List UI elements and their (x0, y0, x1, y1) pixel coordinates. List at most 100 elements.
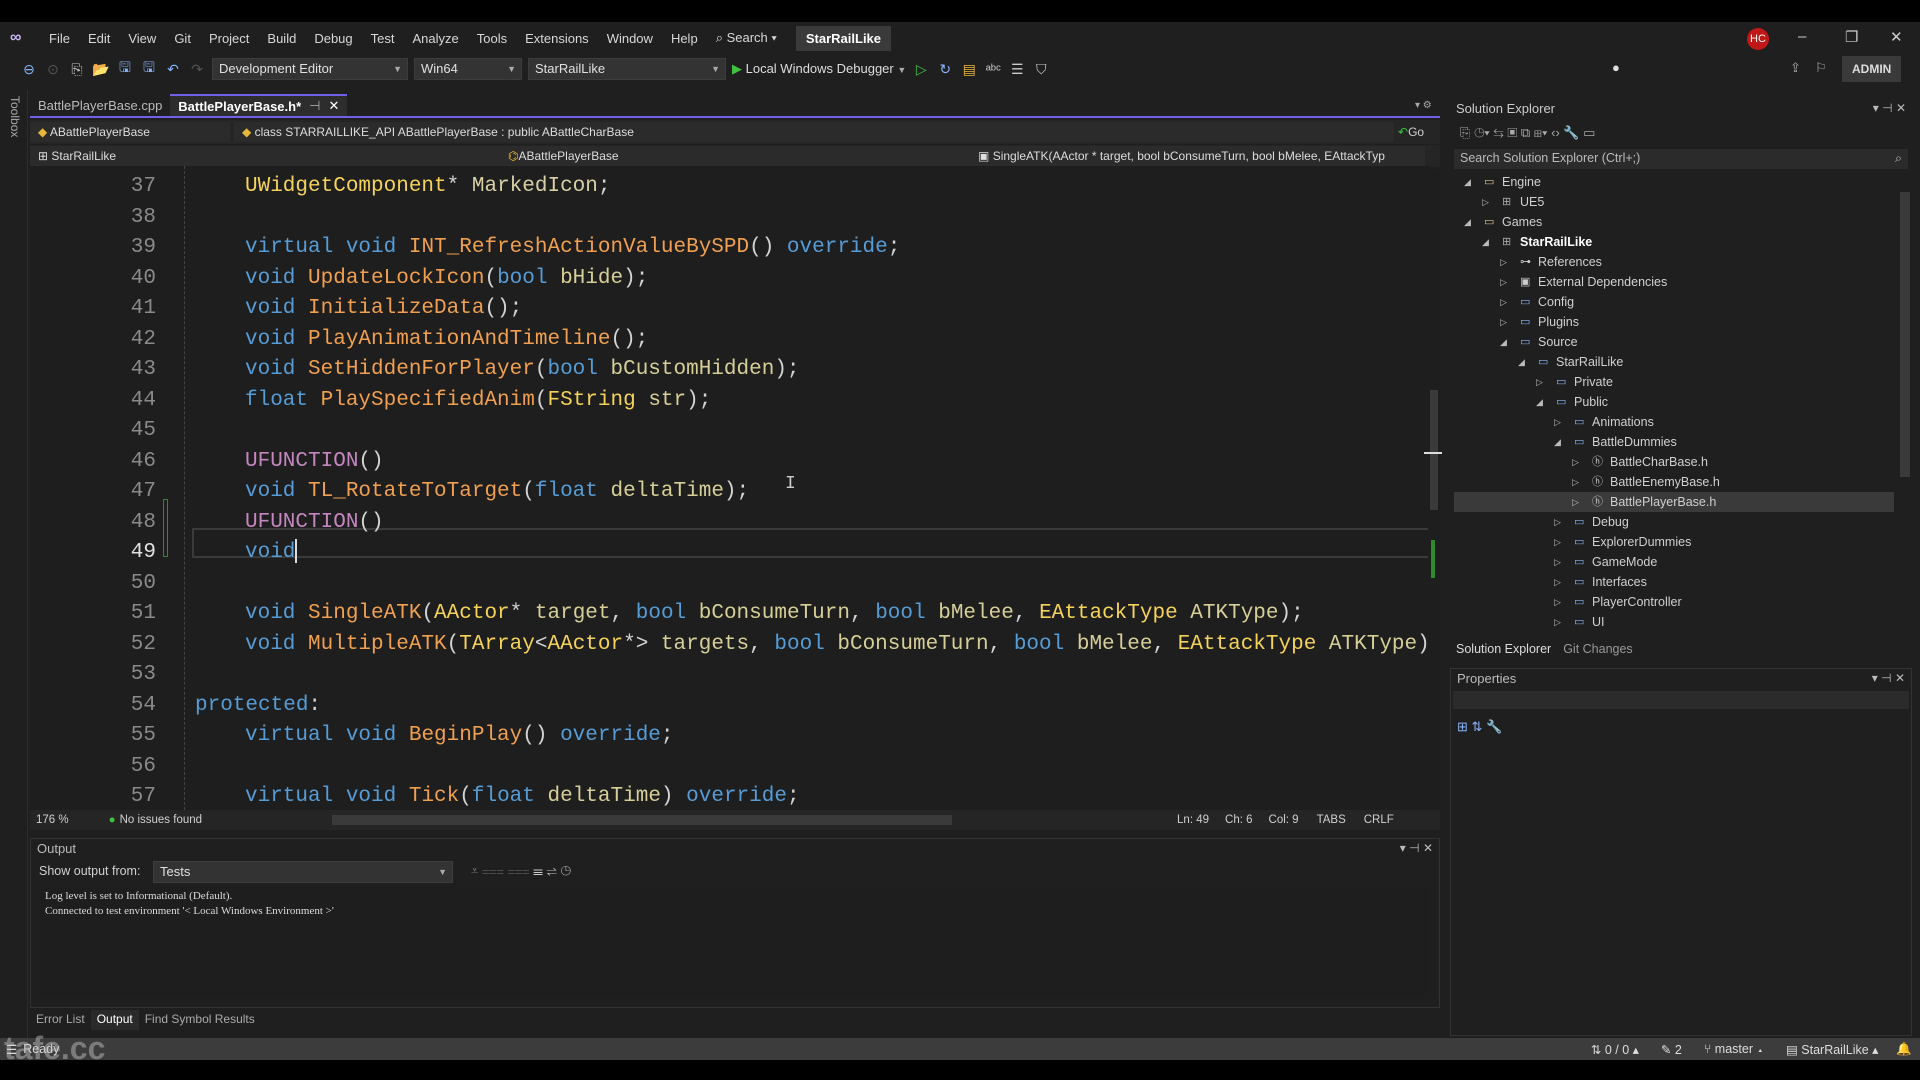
tree-item[interactable]: ▷ ⊶ References (1454, 252, 1894, 272)
expand-arrow-icon[interactable]: ▷ (1554, 512, 1561, 532)
forward-icon[interactable]: ⊙ (44, 61, 62, 78)
type-select[interactable]: ⌬ABattlePlayerBase (500, 146, 970, 166)
solution-explorer-search-input[interactable]: Search Solution Explorer (Ctrl+;) ⌕ (1454, 149, 1908, 169)
undo-icon[interactable]: ↶ (164, 61, 182, 78)
startup-project-select[interactable]: StarRailLike ▼ (528, 58, 726, 80)
tree-item[interactable]: ▷ ▭ Private (1454, 372, 1894, 392)
code-line[interactable]: void MultipleATK(TArray<AActor*> targets… (245, 630, 1430, 660)
menu-window[interactable]: Window (598, 31, 662, 46)
platform-select[interactable]: Win64 ▼ (414, 58, 522, 80)
pin-icon[interactable]: ⊣ (309, 98, 320, 114)
code-line[interactable]: virtual void BeginPlay() override; (245, 721, 674, 751)
tree-item[interactable]: ▷ ▭ ExplorerDummies (1454, 532, 1894, 552)
sync-status[interactable]: ⇅ 0 / 0 ▴ (1591, 1042, 1639, 1057)
menu-debug[interactable]: Debug (305, 31, 361, 46)
tree-item[interactable]: ▷ ▭ GameMode (1454, 552, 1894, 572)
code-line[interactable]: float PlaySpecifiedAnim(FString str); (245, 386, 711, 416)
expand-arrow-icon[interactable]: ▷ (1554, 552, 1561, 572)
start-without-debugging-icon[interactable]: ▷ (912, 61, 930, 78)
collapse-arrow-icon[interactable]: ◢ (1536, 392, 1543, 412)
spell-check-icon[interactable]: ᵃᵇᶜ (984, 61, 1002, 77)
refresh-icon[interactable]: ↻ (936, 61, 954, 78)
code-line[interactable]: void SingleATK(AActor* target, bool bCon… (245, 599, 1304, 629)
code-line[interactable]: void PlayAnimationAndTimeline(); (245, 325, 648, 355)
output-toolbar-icons[interactable]: ⩡ ⩶ ⩶ ☰ ⇌ ◷ (471, 863, 571, 879)
output-text[interactable]: Log level is set to Informational (Defau… (39, 887, 1429, 997)
column-status[interactable]: Col: 9 (1269, 814, 1299, 826)
expand-arrow-icon[interactable]: ▷ (1572, 452, 1579, 472)
start-debugging-button[interactable]: ▶ Local Windows Debugger ▼ (732, 61, 906, 77)
tree-item[interactable]: ▷ ▭ Animations (1454, 412, 1894, 432)
menu-git[interactable]: Git (165, 31, 200, 46)
tab-battleplayerbase-h[interactable]: BattlePlayerBase.h* ⊣ ✕ (170, 94, 348, 116)
code-line[interactable]: void UpdateLockIcon(bool bHide); (245, 264, 648, 294)
feedback-icon[interactable]: ⚐ (1815, 60, 1827, 76)
save-all-icon[interactable]: 🖫 (140, 57, 158, 81)
collapse-arrow-icon[interactable]: ◢ (1464, 212, 1471, 232)
properties-toolbar[interactable]: ⊞ ⇅ 🔧 (1457, 719, 1502, 735)
avatar[interactable]: HC (1747, 28, 1769, 50)
member-select[interactable]: ▣ SingleATK(AActor * target, bool bConsu… (970, 146, 1425, 166)
repository-selector[interactable]: ▤ StarRailLike ▴ (1786, 1042, 1878, 1057)
tree-item[interactable]: ▷ ⊞ UE5 (1454, 192, 1894, 212)
issues-status[interactable]: No issues found (120, 814, 202, 826)
code-line[interactable]: protected: (195, 691, 321, 721)
code-line[interactable]: virtual void INT_RefreshActionValueBySPD… (245, 233, 900, 263)
tab-find-symbol-results[interactable]: Find Symbol Results (139, 1010, 261, 1030)
find-in-files-icon[interactable]: ▤ (960, 61, 978, 78)
expand-arrow-icon[interactable]: ▷ (1572, 472, 1579, 492)
code-line[interactable]: void (245, 538, 298, 568)
code-line[interactable]: virtual void Tick(float deltaTime) overr… (245, 782, 800, 810)
expand-arrow-icon[interactable]: ▷ (1554, 532, 1561, 552)
copilot-icon[interactable]: ● (1612, 60, 1620, 75)
expand-arrow-icon[interactable]: ▷ (1554, 612, 1561, 632)
expand-arrow-icon[interactable]: ▷ (1536, 372, 1543, 392)
branch-selector[interactable]: ⑂ master ▴ (1704, 1042, 1764, 1056)
tree-item[interactable]: ◢ ▭ StarRailLike (1454, 352, 1894, 372)
pending-changes[interactable]: ✎ 2 (1661, 1042, 1682, 1057)
collapse-arrow-icon[interactable]: ◢ (1554, 432, 1561, 452)
search-button[interactable]: ⌕ Search ▾ (707, 30, 786, 46)
tree-item[interactable]: ▷ ▭ Config (1454, 292, 1894, 312)
tree-item[interactable]: ◢ ⊞ StarRailLike (1454, 232, 1894, 252)
close-window-icon[interactable]: ✕ (1890, 28, 1903, 46)
menu-test[interactable]: Test (362, 31, 404, 46)
open-icon[interactable]: 📂 (92, 61, 110, 78)
menu-build[interactable]: Build (258, 31, 305, 46)
tab-battleplayerbase-cpp[interactable]: BattlePlayerBase.cpp (30, 94, 170, 116)
code-line[interactable]: UFUNCTION() (245, 447, 384, 477)
tree-item[interactable]: ◢ ▭ Source (1454, 332, 1894, 352)
collapse-arrow-icon[interactable]: ◢ (1500, 332, 1507, 352)
minimize-icon[interactable]: – (1798, 28, 1806, 45)
code-line[interactable]: UFUNCTION() (245, 508, 384, 538)
settings-gear-icon[interactable]: ▾ ⚙ (1415, 100, 1432, 111)
code-line[interactable]: UWidgetComponent* MarkedIcon; (245, 172, 611, 202)
expand-arrow-icon[interactable]: ▷ (1500, 312, 1507, 332)
tree-item[interactable]: ◢ ▭ Engine (1454, 172, 1894, 192)
expand-arrow-icon[interactable]: ▷ (1500, 252, 1507, 272)
collapse-arrow-icon[interactable]: ◢ (1482, 232, 1489, 252)
properties-object-select[interactable] (1453, 691, 1909, 709)
menu-file[interactable]: File (40, 31, 79, 46)
menu-help[interactable]: Help (662, 31, 707, 46)
bookmark-icon[interactable]: ⛉ (1032, 61, 1050, 78)
toolbox-strip[interactable]: Toolbox (0, 90, 28, 1040)
tree-item[interactable]: ◢ ▭ BattleDummies (1454, 432, 1894, 452)
line-number-status[interactable]: Ln: 49 (1177, 814, 1209, 826)
indent-mode[interactable]: TABS (1317, 814, 1346, 826)
tab-error-list[interactable]: Error List (30, 1010, 91, 1030)
line-ending[interactable]: CRLF (1364, 814, 1394, 826)
collapse-arrow-icon[interactable]: ◢ (1518, 352, 1525, 372)
tab-git-changes[interactable]: Git Changes (1557, 640, 1638, 660)
tree-item[interactable]: ▷ ▭ Debug (1454, 512, 1894, 532)
code-line[interactable]: void TL_RotateToTarget(float deltaTime); (245, 477, 749, 507)
horizontal-scrollbar[interactable] (332, 815, 953, 825)
tree-item[interactable]: ▷ ▭ UI (1454, 612, 1894, 632)
expand-arrow-icon[interactable]: ▷ (1482, 192, 1489, 212)
code-line[interactable]: void InitializeData(); (245, 294, 522, 324)
tree-item[interactable]: ▷ ▭ Plugins (1454, 312, 1894, 332)
save-icon[interactable]: 🖫 (116, 57, 134, 81)
expand-arrow-icon[interactable]: ▷ (1500, 272, 1507, 292)
panel-close-icon[interactable]: ▾ ⊣ ✕ (1873, 101, 1906, 115)
menu-analyze[interactable]: Analyze (403, 31, 467, 46)
